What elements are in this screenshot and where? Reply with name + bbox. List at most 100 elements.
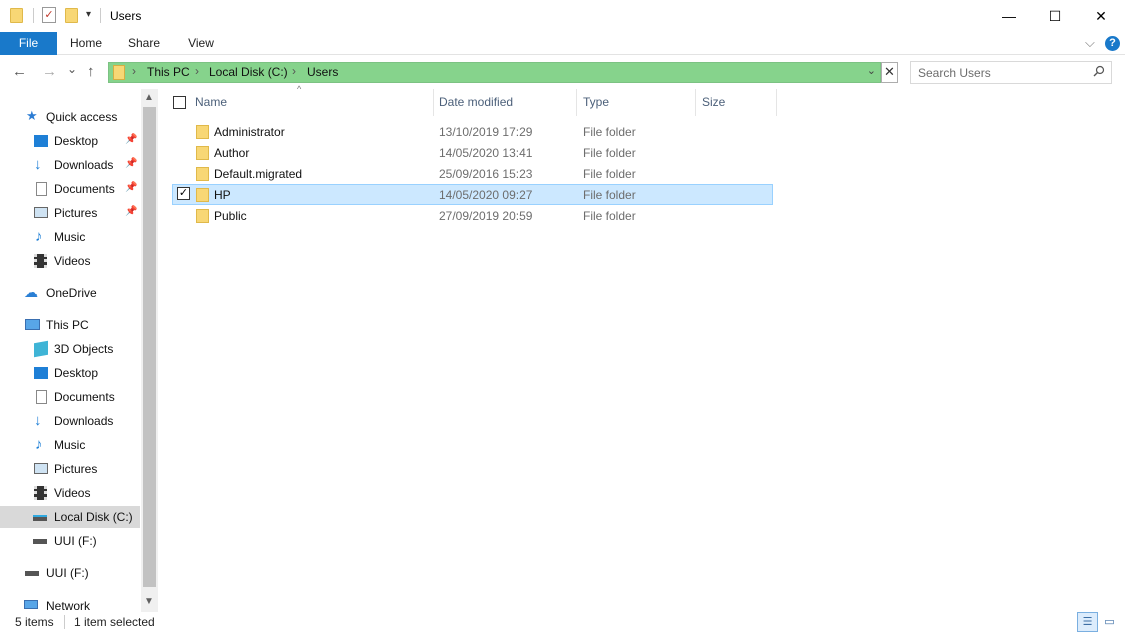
new-folder-icon[interactable] (65, 8, 78, 23)
back-button[interactable]: ← (12, 63, 27, 80)
sidebar-item-label: Pictures (54, 462, 98, 476)
forward-button[interactable]: → (42, 63, 57, 80)
address-dropdown-icon[interactable]: ⌄ (867, 64, 876, 77)
navigation-scrollbar[interactable]: ▲ ▼ (141, 89, 158, 612)
column-header-date-modified[interactable]: Date modified (433, 89, 577, 116)
properties-icon[interactable]: ✓ (42, 7, 56, 23)
sidebar-item-pictures-pc[interactable]: Pictures (0, 458, 140, 480)
sidebar-item-label: Downloads (54, 414, 114, 428)
sidebar-item-label: OneDrive (46, 286, 97, 300)
sidebar-item-desktop[interactable]: Desktop 📌 (0, 130, 140, 152)
file-type: File folder (583, 146, 636, 160)
maximize-button[interactable]: ☐ (1032, 0, 1078, 32)
sidebar-item-uui-f[interactable]: UUI (F:) (0, 530, 140, 552)
computer-icon (25, 319, 40, 330)
breadcrumb-local-disk[interactable]: Local Disk (C:) (209, 65, 288, 79)
chevron-right-icon[interactable]: › (292, 64, 296, 78)
tab-share[interactable]: Share (120, 32, 168, 55)
sidebar-item-network[interactable]: Network (0, 594, 140, 613)
file-name: Administrator (214, 125, 285, 139)
sidebar-item-downloads-pc[interactable]: ↓ Downloads (0, 410, 140, 432)
table-row[interactable]: ✓ HP 14/05/2020 09:27 File folder (172, 184, 773, 205)
folder-icon (196, 188, 209, 202)
separator (100, 8, 101, 23)
sidebar-item-music-pc[interactable]: ♪ Music (0, 434, 140, 456)
table-row[interactable]: Public 27/09/2019 20:59 File folder (172, 205, 773, 226)
customize-toolbar-icon[interactable]: ▾ (86, 9, 91, 20)
sidebar-item-label: UUI (F:) (46, 566, 89, 580)
file-date: 14/05/2020 09:27 (439, 188, 533, 202)
sidebar-item-uui-drive[interactable]: UUI (F:) (0, 562, 140, 584)
sidebar-item-label: Videos (54, 486, 91, 500)
sidebar-item-label: UUI (F:) (54, 534, 97, 548)
close-button[interactable]: ✕ (1078, 0, 1124, 32)
sidebar-item-videos[interactable]: Videos (0, 250, 140, 272)
videos-icon (34, 486, 47, 500)
downloads-icon: ↓ (34, 156, 42, 173)
desktop-icon (34, 135, 48, 147)
file-date: 13/10/2019 17:29 (439, 125, 533, 139)
sidebar-item-downloads[interactable]: ↓ Downloads 📌 (0, 154, 140, 176)
sidebar-item-label: Desktop (54, 366, 99, 380)
column-header-type[interactable]: Type (577, 89, 696, 116)
file-date: 27/09/2019 20:59 (439, 209, 533, 223)
minimize-button[interactable]: — (986, 0, 1032, 32)
sidebar-item-label: Documents (54, 390, 115, 404)
sidebar-item-label: Network (46, 599, 91, 613)
sidebar-item-documents-pc[interactable]: Documents (0, 386, 140, 408)
ribbon-tabs: File Home Share View ⌵ ? (0, 32, 1125, 55)
clear-address-button[interactable]: ✕ (881, 62, 898, 83)
star-icon: ★ (26, 108, 38, 123)
pictures-icon (34, 207, 48, 218)
sidebar-item-3d-objects[interactable]: 3D Objects (0, 338, 140, 360)
column-header-size[interactable]: Size (696, 89, 777, 116)
file-type: File folder (583, 125, 636, 139)
sidebar-item-local-disk[interactable]: Local Disk (C:) (0, 506, 140, 528)
sidebar-item-this-pc[interactable]: This PC (0, 314, 140, 336)
file-date: 25/09/2016 15:23 (439, 167, 533, 181)
breadcrumb-this-pc[interactable]: This PC (147, 65, 190, 79)
videos-icon (34, 254, 47, 268)
file-type: File folder (583, 209, 636, 223)
select-all-checkbox[interactable] (173, 96, 186, 109)
tab-view[interactable]: View (177, 32, 225, 55)
sidebar-item-onedrive[interactable]: ☁ OneDrive (0, 282, 140, 304)
sidebar-item-music[interactable]: ♪ Music (0, 226, 140, 248)
sidebar-item-label: Desktop (54, 134, 99, 148)
folder-icon (196, 146, 209, 160)
tab-home[interactable]: Home (62, 32, 110, 55)
folder-icon (196, 167, 209, 181)
chevron-right-icon[interactable]: › (195, 64, 199, 78)
tab-file[interactable]: File (0, 32, 57, 55)
file-name: Author (214, 146, 250, 160)
scroll-up-icon[interactable]: ▲ (144, 92, 154, 103)
up-button[interactable]: ↑ (87, 63, 95, 80)
navigation-pane: ★ Quick access Desktop 📌 ↓ Downloads 📌 D… (0, 89, 158, 613)
sidebar-item-videos-pc[interactable]: Videos (0, 482, 140, 504)
recent-locations-button[interactable]: ⌄ (67, 62, 77, 76)
sidebar-item-quick-access[interactable]: ★ Quick access (0, 106, 140, 128)
file-name: Public (214, 209, 247, 223)
sidebar-item-desktop-pc[interactable]: Desktop (0, 362, 140, 384)
column-header-name[interactable]: Name (189, 89, 434, 116)
table-row[interactable]: Default.migrated 25/09/2016 15:23 File f… (172, 163, 773, 184)
search-input[interactable] (911, 62, 1086, 83)
breadcrumb-users[interactable]: Users (307, 65, 338, 79)
chevron-right-icon[interactable]: › (132, 64, 136, 78)
row-checkbox[interactable]: ✓ (177, 187, 190, 200)
address-bar[interactable]: › This PC › Local Disk (C:) › Users ⌄ (108, 62, 881, 83)
ribbon-collapse-icon[interactable]: ⌵ (1085, 35, 1095, 51)
help-icon[interactable]: ? (1105, 36, 1120, 51)
scroll-down-icon[interactable]: ▼ (144, 596, 154, 607)
details-view-button[interactable]: ☰ (1077, 612, 1098, 632)
desktop-icon (34, 367, 48, 379)
folder-icon (10, 8, 23, 23)
sidebar-item-documents[interactable]: Documents 📌 (0, 178, 140, 200)
table-row[interactable]: Author 14/05/2020 13:41 File folder (172, 142, 773, 163)
search-icon[interactable] (1093, 65, 1105, 80)
table-row[interactable]: Administrator 13/10/2019 17:29 File fold… (172, 121, 773, 142)
large-icons-view-button[interactable]: ▭ (1099, 612, 1120, 632)
sidebar-item-pictures[interactable]: Pictures 📌 (0, 202, 140, 224)
scrollbar-thumb[interactable] (143, 107, 156, 587)
selection-count: 1 item selected (74, 615, 155, 629)
